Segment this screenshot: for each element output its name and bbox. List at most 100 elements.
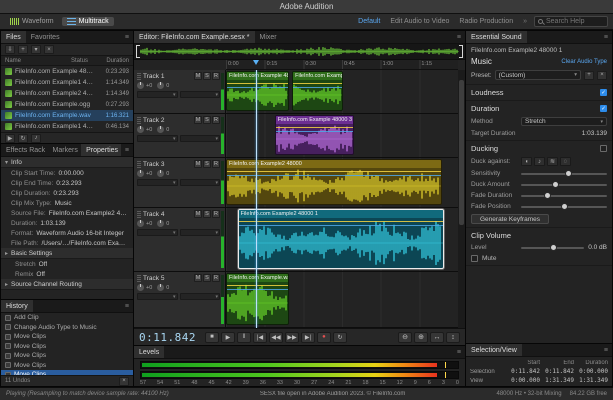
view-range-handle-right[interactable] <box>459 45 463 58</box>
stop-button[interactable]: ■ <box>205 332 219 343</box>
timeline-ruler[interactable]: 0:000:150:300:451:001:151:30 <box>226 60 458 70</box>
audio-clip[interactable]: FileInfo.com Example 48000 3 <box>292 71 343 111</box>
save-preset-icon[interactable]: + <box>584 71 594 80</box>
output-routing-dropdown[interactable]: ▾ <box>180 229 221 236</box>
arm-record-button[interactable]: R <box>212 274 220 282</box>
history-item[interactable]: Move Clips <box>1 342 133 352</box>
pause-button[interactable]: ‖ <box>237 332 251 343</box>
import-file-icon[interactable]: ⇩ <box>5 45 15 54</box>
pan-envelope[interactable] <box>276 131 353 132</box>
volume-envelope[interactable] <box>239 221 443 222</box>
loop-playback-button[interactable]: ↻ <box>333 332 347 343</box>
tab-files[interactable]: Files <box>1 31 26 43</box>
volume-knob[interactable] <box>137 82 144 89</box>
waveform-view-button[interactable]: Waveform <box>5 17 59 26</box>
trash-icon[interactable]: × <box>44 45 54 54</box>
file-row[interactable]: FileInfo.com Example1 48000.wav1:14.349 <box>1 77 133 88</box>
slider-thumb[interactable] <box>552 181 559 188</box>
slider-track[interactable] <box>521 195 607 197</box>
history-item[interactable]: Change Audio Type to Music <box>1 323 133 333</box>
zoom-vertical-button[interactable]: ↕ <box>446 332 460 343</box>
tab-essential-sound[interactable]: Essential Sound <box>466 31 527 43</box>
tab-editor[interactable]: Editor: FileInfo.com Example.sesx * <box>134 31 255 43</box>
pan-knob[interactable] <box>157 220 164 227</box>
solo-button[interactable]: S <box>203 160 211 168</box>
solo-button[interactable]: S <box>203 274 211 282</box>
track-drag-handle[interactable] <box>137 275 141 282</box>
file-row[interactable]: FileInfo.com Example.wav1:16.321 <box>1 110 133 121</box>
history-item[interactable]: Move Clips <box>1 351 133 361</box>
history-item[interactable]: Move Clips <box>1 361 133 371</box>
file-row[interactable]: FileInfo.com Example1 48000.wav0:46.134 <box>1 121 133 132</box>
loudness-section-label[interactable]: Loudness <box>471 88 504 97</box>
pan-knob[interactable] <box>157 126 164 133</box>
volume-knob[interactable] <box>137 284 144 291</box>
track-drag-handle[interactable] <box>137 211 141 218</box>
history-item[interactable]: Add Clip <box>1 313 133 323</box>
ducking-checkbox[interactable] <box>600 145 607 152</box>
arm-record-button[interactable]: R <box>212 116 220 124</box>
track-drag-handle[interactable] <box>137 161 141 168</box>
help-search-input[interactable]: Search Help <box>534 16 608 27</box>
zoom-horizontal-button[interactable]: ↔ <box>430 332 444 343</box>
arm-record-button[interactable]: R <box>212 210 220 218</box>
column-status[interactable]: Status <box>71 58 97 64</box>
volume-envelope[interactable] <box>293 83 342 84</box>
track-lane[interactable]: FileInfo.com Example 48000 3 <box>226 114 458 157</box>
method-dropdown[interactable]: Stretch ▾ <box>521 117 607 126</box>
track-drag-handle[interactable] <box>137 117 141 124</box>
slider-thumb[interactable] <box>544 192 551 199</box>
file-row[interactable]: FileInfo.com Example.ogg0:27.293 <box>1 99 133 110</box>
slider-track[interactable] <box>521 206 607 208</box>
volume-envelope[interactable] <box>227 171 441 172</box>
output-routing-dropdown[interactable]: ▾ <box>180 179 221 186</box>
panel-menu-icon[interactable]: ≡ <box>121 144 133 156</box>
loudness-checkbox[interactable]: ✓ <box>600 89 607 96</box>
tab-levels[interactable]: Levels <box>134 346 164 358</box>
audio-clip[interactable]: FileInfo.com Example 48000 3 <box>226 71 289 111</box>
track-header[interactable]: Track 5MSR+00▾▾ <box>134 272 226 327</box>
pan-envelope[interactable] <box>239 225 443 226</box>
skip-to-end-button[interactable]: ▶| <box>301 332 315 343</box>
volume-envelope[interactable] <box>227 83 288 84</box>
playhead-line[interactable] <box>256 70 257 328</box>
pan-envelope[interactable] <box>227 175 441 176</box>
play-button[interactable]: ▶ <box>221 332 235 343</box>
ducking-section-label[interactable]: Ducking <box>471 144 498 153</box>
playhead-marker[interactable] <box>253 60 259 68</box>
new-container-icon[interactable]: + <box>18 45 28 54</box>
level-slider[interactable] <box>521 247 584 249</box>
solo-button[interactable]: S <box>203 116 211 124</box>
output-routing-dropdown[interactable]: ▾ <box>180 135 221 142</box>
track-lane[interactable]: FileInfo.com Example.wav <box>226 272 458 327</box>
workspace-tab[interactable]: Default <box>354 17 384 26</box>
volume-knob[interactable] <box>137 126 144 133</box>
section-header[interactable]: ▸Source Channel Routing <box>1 279 133 290</box>
panel-menu-icon[interactable]: ≡ <box>453 31 465 43</box>
ambience-icon[interactable]: ◌ <box>560 157 571 166</box>
track-header[interactable]: Track 2MSR+00▾▾ <box>134 114 226 157</box>
pan-envelope[interactable] <box>227 87 288 88</box>
slider-thumb[interactable] <box>565 170 572 177</box>
multitrack-view-button[interactable]: Multitrack <box>62 17 114 26</box>
vertical-scrollbar[interactable] <box>458 70 465 328</box>
output-routing-dropdown[interactable]: ▾ <box>180 91 221 98</box>
preset-dropdown[interactable]: (Custom) ▾ <box>495 70 581 80</box>
audio-clip[interactable]: FileInfo.com Example.wav <box>226 273 289 325</box>
panel-menu-icon[interactable]: ≡ <box>600 31 612 43</box>
pan-envelope[interactable] <box>227 289 288 290</box>
output-routing-dropdown[interactable]: ▾ <box>180 293 221 300</box>
workspace-overflow-icon[interactable]: » <box>519 17 531 26</box>
column-name[interactable]: Name <box>5 58 71 64</box>
section-header[interactable]: ▾Info <box>1 157 133 168</box>
slider-thumb[interactable] <box>561 203 568 210</box>
generate-keyframes-button[interactable]: Generate Keyframes <box>471 214 549 224</box>
preview-autoplay-button[interactable]: ♪ <box>31 134 41 143</box>
tab-properties[interactable]: Properties <box>81 144 121 156</box>
volume-knob[interactable] <box>137 220 144 227</box>
mute-button[interactable]: M <box>194 160 202 168</box>
zoom-out-button[interactable]: ⊖ <box>398 332 412 343</box>
tab-selection-view[interactable]: Selection/View <box>466 344 522 356</box>
arm-record-button[interactable]: R <box>212 72 220 80</box>
level-slider-thumb[interactable] <box>550 244 557 251</box>
